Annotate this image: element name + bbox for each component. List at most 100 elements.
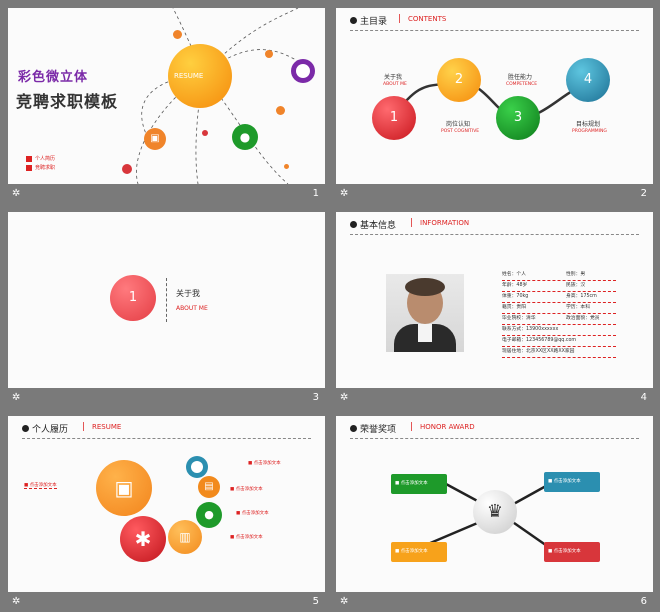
info-row: 电子邮箱：123456789@qq.com bbox=[502, 336, 616, 347]
slide-title-line1: 彩色微立体 bbox=[18, 70, 89, 85]
award-box-4[interactable]: ■ 点击添加文本 bbox=[544, 542, 600, 562]
connector-line bbox=[392, 80, 587, 120]
slide-star-icon[interactable]: ✲ bbox=[12, 392, 20, 403]
slide-star-icon[interactable]: ✲ bbox=[340, 596, 348, 607]
slide-number: 2 bbox=[640, 188, 647, 199]
decor-dot bbox=[202, 130, 208, 136]
info-cell: 电子邮箱：123456789@qq.com bbox=[502, 338, 577, 343]
item-4-en: PROGRAMMING bbox=[572, 129, 607, 134]
item-3-en: COMPETENCE bbox=[506, 82, 538, 87]
info-row: 年龄：48岁 民族：汉 bbox=[502, 281, 616, 292]
item-circle-4[interactable]: 4 bbox=[566, 58, 610, 102]
item-2-title: 岗位认知 bbox=[446, 121, 471, 128]
legend-item-2: 竞聘求职 bbox=[35, 165, 56, 171]
slide-6-thumbnail[interactable]: 荣誉奖项 | HONOR AWARD ♛ ■ 点击添加文本 ■ 点击添加文本 ■… bbox=[336, 416, 653, 592]
header-bullet-icon bbox=[22, 425, 29, 432]
slide-number: 4 bbox=[640, 392, 647, 403]
info-row: 籍贯：贵阳 学历：本科 bbox=[502, 303, 616, 314]
award-box-2[interactable]: ■ 点击添加文本 bbox=[544, 472, 600, 492]
badge-icon bbox=[186, 456, 208, 478]
slide-2-thumbnail[interactable]: 主目录 | CONTENTS 1 2 3 4 关于我 ABOUT ME 岗位认知… bbox=[336, 8, 653, 184]
info-cell: 政治面貌：党员 bbox=[566, 316, 600, 321]
info-cell: 年龄：48岁 bbox=[502, 283, 528, 288]
item-1-title: 关于我 bbox=[384, 74, 403, 81]
slide-5-footer: ✲ 5 bbox=[8, 594, 325, 610]
item-circle-2[interactable]: 2 bbox=[437, 58, 481, 102]
item-circle-1[interactable]: 1 bbox=[372, 96, 416, 140]
header-title: 个人履历 bbox=[32, 425, 69, 435]
header-separator: | bbox=[410, 218, 414, 228]
award-box-3[interactable]: ■ 点击添加文本 bbox=[391, 542, 447, 562]
slide-star-icon[interactable]: ✲ bbox=[340, 188, 348, 199]
slide-star-icon[interactable]: ✲ bbox=[340, 392, 348, 403]
decor-dot bbox=[265, 50, 273, 58]
right-text-1: ■ 点击添加文本 bbox=[248, 461, 281, 466]
chat-icon: ▤ bbox=[198, 476, 220, 498]
profile-photo bbox=[386, 274, 464, 352]
slide-star-icon[interactable]: ✲ bbox=[12, 596, 20, 607]
slide-3-thumbnail[interactable]: 1 关于我 ABOUT ME bbox=[8, 212, 325, 388]
left-text: ■ 点击添加文本 bbox=[24, 483, 57, 489]
legend-item-1: 个人简历 bbox=[35, 156, 56, 162]
slide-4-thumbnail[interactable]: 基本信息 | INFORMATION 姓名：个人 性别：男 年龄：48岁 民族：汉 … bbox=[336, 212, 653, 388]
decor-dot bbox=[122, 164, 132, 174]
section-divider bbox=[166, 278, 167, 322]
info-row: 联系方式：13900xxxxxx bbox=[502, 325, 616, 336]
slide-2-footer: ✲ 2 bbox=[336, 186, 653, 202]
briefcase-icon: ▣ bbox=[96, 460, 152, 516]
decor-dot bbox=[173, 30, 182, 39]
slide-6-footer: ✲ 6 bbox=[336, 594, 653, 610]
info-cell: 体重：70kg bbox=[502, 294, 529, 299]
slide-number: 1 bbox=[312, 188, 319, 199]
user-icon: ● bbox=[232, 124, 258, 150]
info-cell: 现居住地：北京XX区XX路XX家园 bbox=[502, 349, 575, 354]
info-cell: 联系方式：13900xxxxxx bbox=[502, 327, 559, 332]
slide-1-thumbnail[interactable]: 彩色微立体 竞聘求职模板 RESUME ▣ ● 个人简历 竞聘求职 bbox=[8, 8, 325, 184]
slide-4-footer: ✲ 4 bbox=[336, 390, 653, 406]
user-icon: ● bbox=[196, 502, 222, 528]
chat-icon bbox=[291, 59, 315, 83]
award-box-text: ■ 点击添加文本 bbox=[395, 481, 428, 486]
award-box-text: ■ 点击添加文本 bbox=[548, 549, 581, 554]
slide-number: 5 bbox=[312, 596, 319, 607]
chart-icon: ▥ bbox=[168, 520, 202, 554]
award-box-text: ■ 点击添加文本 bbox=[548, 479, 581, 484]
info-cell: 学历：本科 bbox=[566, 305, 590, 310]
legend: 个人简历 竞聘求职 bbox=[26, 155, 55, 171]
header-divider bbox=[350, 234, 639, 235]
header-separator: | bbox=[82, 422, 86, 432]
slide-number: 6 bbox=[640, 596, 647, 607]
info-row: 姓名：个人 性别：男 bbox=[502, 270, 616, 281]
award-box-1[interactable]: ■ 点击添加文本 bbox=[391, 474, 447, 494]
header-divider bbox=[22, 438, 311, 439]
slide-3-footer: ✲ 3 bbox=[8, 390, 325, 406]
item-1-en: ABOUT ME bbox=[383, 82, 407, 87]
item-circle-3[interactable]: 3 bbox=[496, 96, 540, 140]
info-cell: 姓名：个人 bbox=[502, 272, 526, 277]
award-box-text: ■ 点击添加文本 bbox=[395, 549, 428, 554]
info-cell: 籍贯：贵阳 bbox=[502, 305, 526, 310]
right-text-3: ■ 点击添加文本 bbox=[236, 511, 269, 516]
header-bullet-icon bbox=[350, 221, 357, 228]
header-title-en: RESUME bbox=[92, 423, 122, 431]
section-number-circle: 1 bbox=[110, 275, 156, 321]
info-cell: 性别：男 bbox=[566, 272, 586, 277]
slide-5-thumbnail[interactable]: 个人履历 | RESUME ▣ ✱ ▥ ● ▤ ■ 点击添加文本 ■ 点击添加文… bbox=[8, 416, 325, 592]
slide-title-line2: 竞聘求职模板 bbox=[16, 92, 119, 111]
info-row: 现居住地：北京XX区XX路XX家园 bbox=[502, 347, 616, 358]
item-2-en: POST COGNITIVE bbox=[441, 129, 480, 134]
info-row: 毕业院校：清华 政治面貌：党员 bbox=[502, 314, 616, 325]
slide-star-icon[interactable]: ✲ bbox=[12, 188, 20, 199]
section-title: 关于我 bbox=[176, 289, 200, 298]
slide-number: 3 bbox=[312, 392, 319, 403]
info-cell: 身高：175cm bbox=[566, 294, 597, 299]
header-title-en: INFORMATION bbox=[420, 219, 470, 227]
info-table: 姓名：个人 性别：男 年龄：48岁 民族：汉 体重：70kg 身高：175cm 籍贯：… bbox=[502, 270, 616, 358]
decor-dot bbox=[284, 164, 289, 169]
header-title: 基本信息 bbox=[360, 221, 397, 231]
info-row: 体重：70kg 身高：175cm bbox=[502, 292, 616, 303]
slide-1-footer: ✲ 1 bbox=[8, 186, 325, 202]
briefcase-icon: ▣ bbox=[144, 128, 166, 150]
trophy-icon: ♛ bbox=[473, 490, 517, 534]
resume-label: RESUME bbox=[174, 72, 204, 80]
